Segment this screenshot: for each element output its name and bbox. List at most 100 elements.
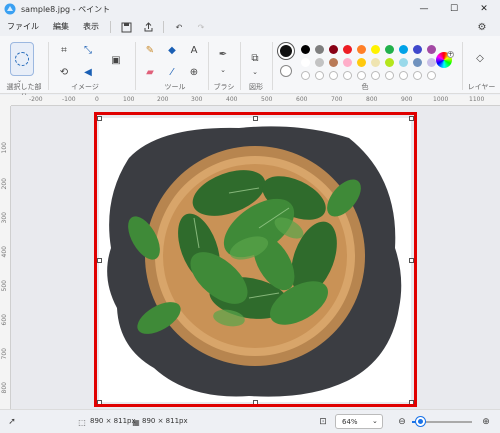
ribbon: ⌄ 選択した部分 ⌗ ⤡ ⟲ ◀ ▣ イメージ ✎ ◆ A ▰ ⁄ ⊕ ツール … xyxy=(0,36,500,101)
zoom-select[interactable]: 64% ⌄ xyxy=(335,414,383,429)
color-swatch[interactable] xyxy=(315,58,324,67)
selection-icon xyxy=(15,52,29,66)
ruler-label: 1100 xyxy=(469,96,485,103)
color-swatch[interactable] xyxy=(343,45,352,54)
color-swatch[interactable] xyxy=(329,45,338,54)
menu-bar: ファイル 編集 表示 ↶ ↷ ⚙ xyxy=(0,18,500,36)
image-background-icon[interactable]: ▣ xyxy=(108,52,124,68)
ruler-label: 700 xyxy=(1,348,8,360)
zoom-value: 64% xyxy=(342,418,358,426)
color-swatch[interactable] xyxy=(301,45,310,54)
color-swatch[interactable] xyxy=(427,58,436,67)
ruler-label: 100 xyxy=(1,142,8,154)
ruler-label: 800 xyxy=(366,96,378,103)
ruler-label: 600 xyxy=(1,314,8,326)
group-label-shapes: 図形 xyxy=(249,83,263,91)
color-swatch[interactable] xyxy=(301,58,310,67)
color-swatch[interactable] xyxy=(329,58,338,67)
custom-color-swatch[interactable] xyxy=(357,71,366,80)
color-swatch[interactable] xyxy=(399,45,408,54)
gear-icon[interactable]: ⚙ xyxy=(474,19,490,35)
ruler-label: 500 xyxy=(1,280,8,292)
color-swatch[interactable] xyxy=(427,45,436,54)
chevron-down-icon[interactable]: ⌄ xyxy=(247,64,263,80)
selection-size-icon: ⬚ xyxy=(78,417,86,427)
ribbon-separator xyxy=(48,42,49,90)
ruler-label: 400 xyxy=(1,246,8,258)
close-icon[interactable]: ✕ xyxy=(470,0,498,18)
save-icon[interactable] xyxy=(118,19,134,35)
group-label-brushes: ブラシ xyxy=(213,83,235,91)
zoom-out-icon[interactable]: ⊖ xyxy=(394,414,410,430)
brush-icon[interactable]: ✒ xyxy=(215,46,231,62)
group-label-image: イメージ xyxy=(71,83,99,91)
fit-to-window-icon[interactable]: ⊡ xyxy=(315,414,331,430)
group-label-colors: 色 xyxy=(361,83,369,91)
maximize-icon[interactable]: ☐ xyxy=(440,0,468,18)
menu-view[interactable]: 表示 xyxy=(76,18,106,36)
color-swatch[interactable] xyxy=(385,45,394,54)
custom-color-swatch[interactable] xyxy=(343,71,352,80)
primary-color[interactable] xyxy=(278,43,294,59)
resize-icon[interactable]: ⤡ xyxy=(80,42,96,58)
zoom-in-icon[interactable]: ⊕ xyxy=(478,414,494,430)
ruler-corner xyxy=(0,95,11,106)
color-swatch[interactable] xyxy=(371,58,380,67)
color-swatch[interactable] xyxy=(343,58,352,67)
ruler-label: 1000 xyxy=(433,96,449,103)
custom-color-swatch[interactable] xyxy=(371,71,380,80)
ruler-horizontal: -200 -100 0 100 200 300 400 500 600 700 … xyxy=(11,95,500,106)
secondary-color[interactable] xyxy=(280,65,292,77)
custom-color-swatch[interactable] xyxy=(399,71,408,80)
custom-color-swatch[interactable] xyxy=(301,71,310,80)
color-swatch[interactable] xyxy=(371,45,380,54)
chevron-down-icon[interactable]: ⌄ xyxy=(215,62,231,78)
share-icon[interactable] xyxy=(140,19,156,35)
custom-color-swatch[interactable] xyxy=(315,71,324,80)
status-bar: ➚ ⬚ 890 × 811px ▦ 890 × 811px ⊡ 64% ⌄ ⊖ … xyxy=(0,409,500,433)
cursor-icon: ➚ xyxy=(8,417,16,427)
minimize-icon[interactable]: — xyxy=(410,0,438,18)
paint-app-icon xyxy=(4,3,16,15)
ruler-label: 600 xyxy=(296,96,308,103)
color-swatch[interactable] xyxy=(413,45,422,54)
ruler-label: 700 xyxy=(331,96,343,103)
undo-icon[interactable]: ↶ xyxy=(171,19,187,35)
fill-icon[interactable]: ◆ xyxy=(164,42,180,58)
redo-icon[interactable]: ↷ xyxy=(193,19,209,35)
zoom-slider-knob[interactable] xyxy=(416,417,425,426)
crop-icon[interactable]: ⌗ xyxy=(56,42,72,58)
rotate-icon[interactable]: ⟲ xyxy=(56,64,72,80)
color-picker-icon[interactable]: ⁄ xyxy=(164,64,180,80)
eraser-icon[interactable]: ▰ xyxy=(142,64,158,80)
flip-icon[interactable]: ◀ xyxy=(80,64,96,80)
color-swatch[interactable] xyxy=(413,58,422,67)
custom-color-swatch[interactable] xyxy=(413,71,422,80)
selection-tool-button[interactable] xyxy=(10,42,34,76)
menu-separator xyxy=(110,21,111,33)
color-swatch[interactable] xyxy=(315,45,324,54)
color-swatch[interactable] xyxy=(357,58,366,67)
ruler-label: 800 xyxy=(1,382,8,394)
ruler-label: 0 xyxy=(95,96,99,103)
ruler-label: 300 xyxy=(191,96,203,103)
ribbon-separator xyxy=(135,42,136,90)
custom-color-swatch[interactable] xyxy=(385,71,394,80)
menu-separator xyxy=(163,21,164,33)
menu-edit[interactable]: 編集 xyxy=(46,18,76,36)
magnifier-icon[interactable]: ⊕ xyxy=(186,64,202,80)
color-swatch[interactable] xyxy=(399,58,408,67)
text-icon[interactable]: A xyxy=(186,42,202,58)
ruler-label: 300 xyxy=(1,212,8,224)
menu-file[interactable]: ファイル xyxy=(0,18,46,36)
color-swatch[interactable] xyxy=(385,58,394,67)
ruler-label: 400 xyxy=(226,96,238,103)
ruler-label: 500 xyxy=(261,96,273,103)
custom-color-swatch[interactable] xyxy=(329,71,338,80)
color-swatch[interactable] xyxy=(357,45,366,54)
pencil-icon[interactable]: ✎ xyxy=(142,42,158,58)
layers-icon[interactable]: ◇ xyxy=(472,50,488,66)
ruler-vertical: 100 200 300 400 500 600 700 800 xyxy=(0,106,11,409)
custom-color-swatch[interactable] xyxy=(427,71,436,80)
ribbon-separator xyxy=(272,42,273,90)
